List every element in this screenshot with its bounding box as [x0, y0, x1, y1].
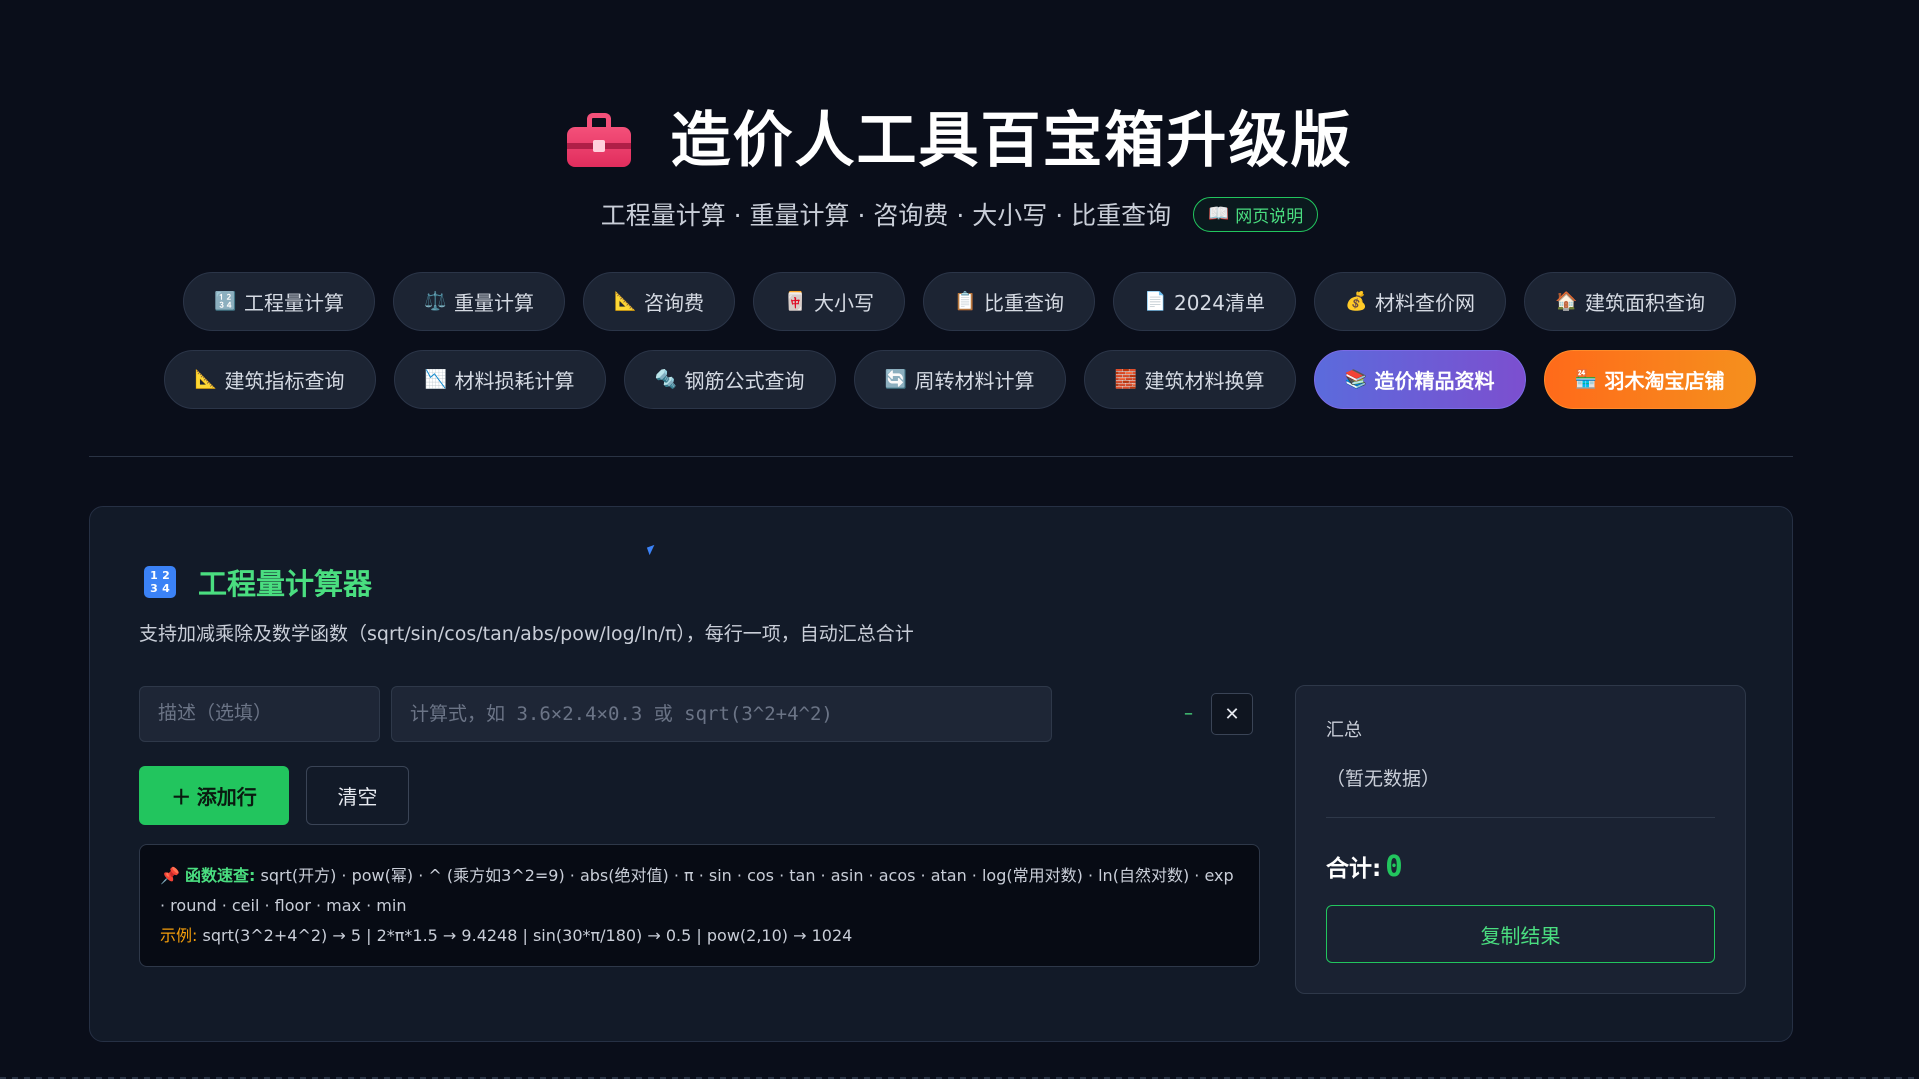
nav-row-1: 🔢 工程量计算 ⚖️ 重量计算 📐 咨询费 🀄 大小写 📋 比重查询 📄 2024清单 💰 材…	[0, 272, 1919, 331]
nav-quantity-calc[interactable]: 🔢 工程量计算	[183, 272, 376, 331]
calculator-title-text: 工程量计算器	[198, 567, 373, 601]
nav-premium-materials[interactable]: 📚 造价精品资料	[1313, 350, 1526, 409]
books-icon: 📚	[1344, 369, 1367, 390]
cheatsheet-label: 函数速查:	[185, 866, 256, 885]
example-text: sqrt(3^2+4^2) → 5 | 2*π*1.5 → 9.4248 | s…	[202, 926, 853, 945]
toolbox-icon	[566, 112, 631, 167]
nav-consult-fee[interactable]: 📐 咨询费	[583, 272, 736, 331]
triangle-ruler-icon: 📐	[194, 369, 217, 390]
row-result: –	[1184, 703, 1193, 724]
nav-label: 重量计算	[454, 291, 535, 315]
nav-rebar-formula[interactable]: 🔩 钢筋公式查询	[623, 350, 836, 409]
help-link[interactable]: 📖 网页说明	[1193, 196, 1319, 232]
nav-label: 周转材料计算	[914, 369, 1035, 393]
calculator-card: 12 34 工程量计算器 支持加减乘除及数学函数（sqrt/sin/cos/ta…	[89, 506, 1793, 1042]
calculator-description: 支持加减乘除及数学函数（sqrt/sin/cos/tan/abs/pow/log…	[139, 623, 914, 645]
nav-label: 建筑面积查询	[1584, 291, 1705, 315]
refresh-icon: 🔄	[884, 369, 907, 390]
nav-label: 材料损耗计算	[454, 369, 575, 393]
brick-icon: 🧱	[1114, 369, 1137, 390]
divider	[89, 456, 1793, 457]
nav-label: 造价精品资料	[1374, 369, 1495, 393]
nav-material-loss[interactable]: 📉 材料损耗计算	[393, 350, 606, 409]
summary-empty-text: （暂无数据）	[1326, 768, 1441, 790]
page-subtitle: 工程量计算 · 重量计算 · 咨询费 · 大小写 · 比重查询	[600, 201, 1172, 230]
summary-divider	[1326, 817, 1715, 818]
nav-weight-calc[interactable]: ⚖️ 重量计算	[393, 272, 566, 331]
help-label: 网页说明	[1235, 206, 1304, 227]
nav-label: 2024清单	[1174, 291, 1265, 315]
total-value: 0	[1385, 849, 1403, 883]
nav-label: 大小写	[814, 291, 875, 315]
row-expression-input[interactable]	[391, 686, 1052, 742]
book-icon: 📖	[1208, 204, 1230, 224]
nav-density-lookup[interactable]: 📋 比重查询	[923, 272, 1096, 331]
clipboard-icon: 📋	[954, 291, 977, 312]
row-description-input[interactable]	[139, 686, 380, 742]
nav-2024-list[interactable]: 📄 2024清单	[1113, 272, 1296, 331]
page: 造价人工具百宝箱升级版 工程量计算 · 重量计算 · 咨询费 · 大小写 · 比…	[0, 0, 1919, 1079]
nav-building-area[interactable]: 🏠 建筑面积查询	[1523, 272, 1736, 331]
nav-material-price[interactable]: 💰 材料查价网	[1313, 272, 1506, 331]
nav-material-convert[interactable]: 🧱 建筑材料换算	[1083, 350, 1296, 409]
nav-uppercase[interactable]: 🀄 大小写	[753, 272, 906, 331]
bolt-icon: 🔩	[654, 369, 677, 390]
calculator-title: 12 34 工程量计算器	[144, 561, 372, 603]
numbers-icon: 12 34	[144, 566, 176, 598]
header: 造价人工具百宝箱升级版	[0, 92, 1919, 179]
row-delete-button[interactable]: ✕	[1211, 693, 1253, 735]
total-label: 合计:	[1326, 856, 1382, 882]
chart-down-icon: 📉	[424, 369, 447, 390]
shop-icon: 🏪	[1574, 369, 1597, 390]
scale-icon: ⚖️	[424, 291, 447, 312]
summary-heading: 汇总	[1326, 720, 1362, 741]
nav-label: 羽木淘宝店铺	[1604, 369, 1725, 393]
nav-label: 建筑指标查询	[224, 369, 345, 393]
cheatsheet-text: sqrt(开方) · pow(幂) · ^ (乘方如3^2=9) · abs(绝…	[160, 866, 1234, 915]
nav-turnover-material[interactable]: 🔄 周转材料计算	[853, 350, 1066, 409]
nav-taobao-shop[interactable]: 🏪 羽木淘宝店铺	[1543, 350, 1756, 409]
house-icon: 🏠	[1554, 291, 1578, 312]
document-icon: 📄	[1144, 291, 1167, 312]
function-cheatsheet: 📌 函数速查: sqrt(开方) · pow(幂) · ^ (乘方如3^2=9)…	[139, 844, 1260, 967]
summary-panel: 汇总 （暂无数据） 合计: 0 复制结果	[1295, 685, 1746, 994]
page-title: 造价人工具百宝箱升级版	[670, 106, 1353, 176]
add-row-button[interactable]: ＋ 添加行	[139, 766, 289, 825]
nav-row-2: 📐 建筑指标查询 📉 材料损耗计算 🔩 钢筋公式查询 🔄 周转材料计算 🧱 建筑材料换算 …	[0, 350, 1919, 409]
money-bag-icon: 💰	[1344, 291, 1368, 312]
nav-label: 建筑材料换算	[1144, 369, 1265, 393]
ruler-icon: 📐	[614, 291, 637, 312]
nav-label: 材料查价网	[1374, 291, 1475, 315]
nav-label: 比重查询	[984, 291, 1065, 315]
summary-total: 合计: 0	[1326, 849, 1403, 883]
clear-button[interactable]: 清空	[306, 766, 409, 825]
example-label: 示例:	[160, 926, 198, 945]
pin-icon: 📌	[160, 866, 180, 885]
copy-result-button[interactable]: 复制结果	[1326, 905, 1715, 963]
nav-label: 钢筋公式查询	[684, 369, 805, 393]
close-icon: ✕	[1224, 703, 1240, 724]
numbers-icon: 🔢	[214, 291, 237, 312]
nav-label: 咨询费	[644, 291, 705, 315]
mahjong-icon: 🀄	[784, 291, 807, 312]
subtitle-row: 工程量计算 · 重量计算 · 咨询费 · 大小写 · 比重查询 📖 网页说明	[0, 196, 1919, 232]
nav-building-index[interactable]: 📐 建筑指标查询	[163, 350, 376, 409]
nav-label: 工程量计算	[244, 291, 345, 315]
